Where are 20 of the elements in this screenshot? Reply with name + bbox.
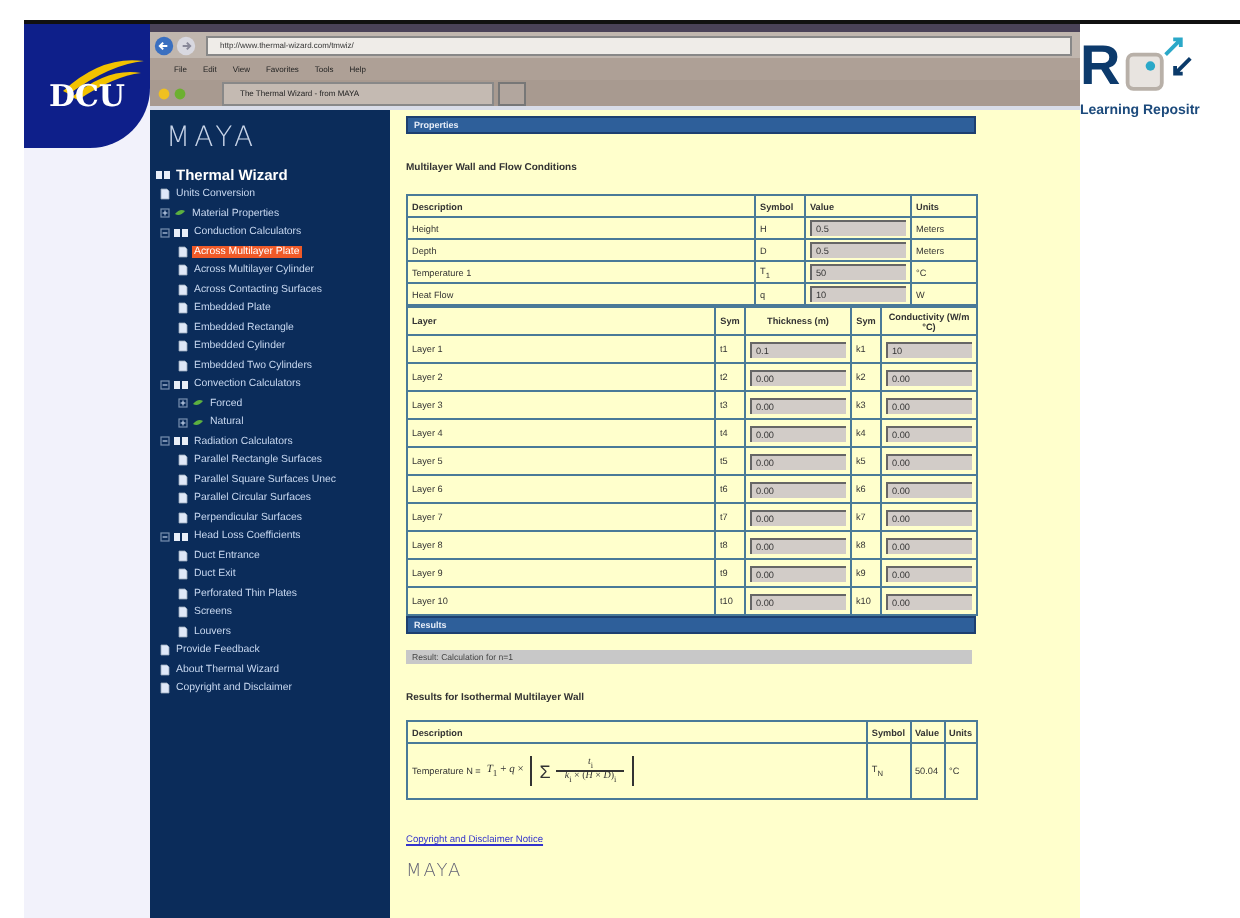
- book-icon: [174, 531, 188, 542]
- collapse-icon[interactable]: [160, 227, 170, 238]
- collapse-icon[interactable]: [160, 436, 170, 447]
- expand-icon[interactable]: [178, 417, 188, 428]
- logo-letter: R: [1080, 36, 1121, 96]
- collapse-icon[interactable]: [160, 379, 170, 390]
- expand-icon[interactable]: [178, 398, 188, 409]
- forward-icon[interactable]: [176, 35, 196, 55]
- book-icon: [174, 436, 188, 447]
- leaf-icon: [174, 208, 186, 219]
- book-icon: [174, 227, 188, 238]
- back-icon[interactable]: [154, 35, 174, 55]
- maya-logo: MAYA: [406, 862, 463, 882]
- book-icon: [174, 379, 188, 390]
- logo-text: DCU: [48, 78, 126, 114]
- page-icon: [160, 188, 170, 201]
- maya-logo: MAYA: [164, 120, 260, 158]
- expand-icon[interactable]: [160, 208, 170, 219]
- sum-sign: Σ: [539, 761, 551, 781]
- collapse-icon[interactable]: [160, 531, 170, 542]
